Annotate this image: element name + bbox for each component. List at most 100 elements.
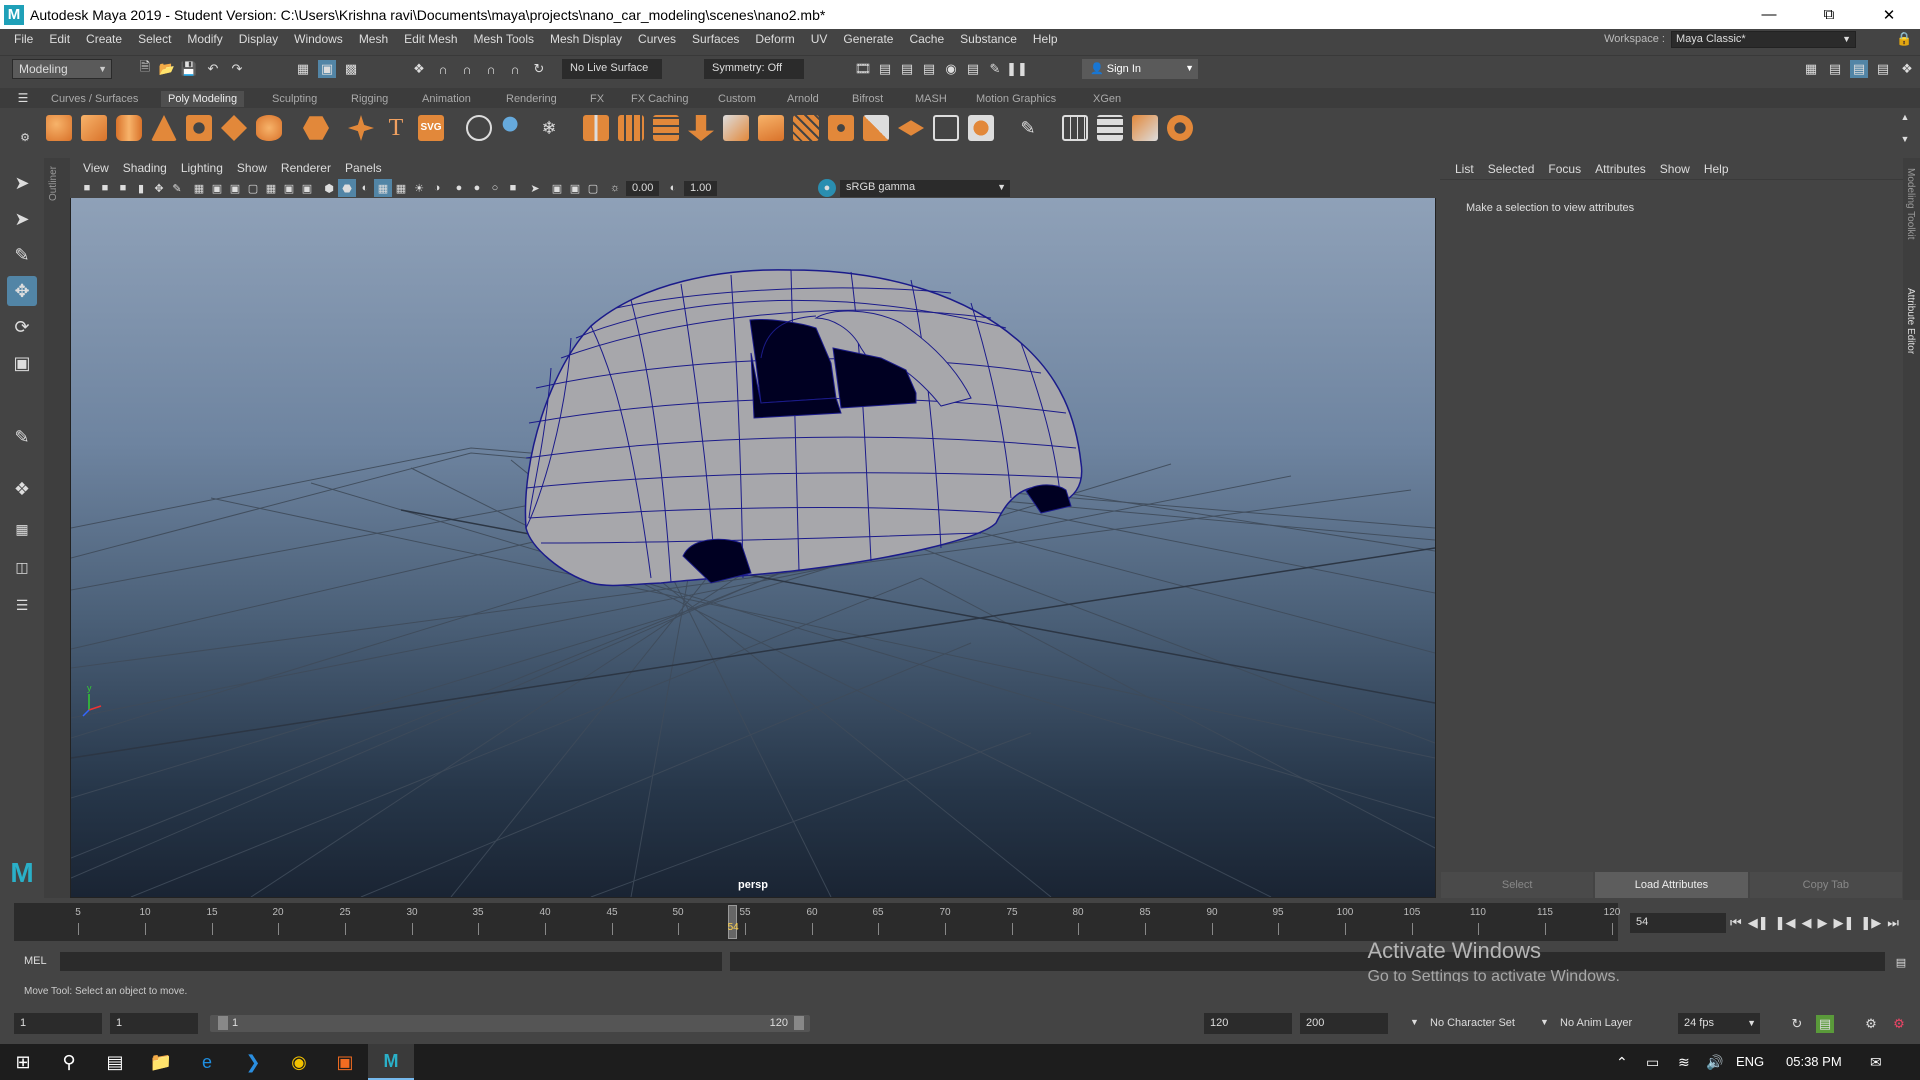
snap-surface-icon[interactable]: ∩ xyxy=(506,60,524,78)
snowflake-icon[interactable]: ❄ xyxy=(536,115,562,141)
panel-menu-shading[interactable]: Shading xyxy=(116,161,174,175)
four-view-layout-icon[interactable]: ▦ xyxy=(7,514,37,544)
new-scene-icon[interactable]: 🗎 xyxy=(136,59,154,78)
task-view-icon[interactable]: ▤ xyxy=(92,1044,138,1080)
menu-edit[interactable]: Edit xyxy=(41,32,78,46)
snap-view-icon[interactable]: ∩ xyxy=(482,60,500,78)
color-management-icon[interactable]: ● xyxy=(818,179,836,197)
persp-outliner-layout-icon[interactable]: ◫ xyxy=(7,552,37,582)
tab-custom[interactable]: Custom xyxy=(711,91,763,107)
fps-dropdown[interactable]: 24 fps ▼ xyxy=(1678,1013,1760,1034)
tab-fx-caching[interactable]: FX Caching xyxy=(624,91,695,107)
menu-uv[interactable]: UV xyxy=(803,32,836,46)
menu-surfaces[interactable]: Surfaces xyxy=(684,32,747,46)
field-chart-icon[interactable]: ▦ xyxy=(262,179,280,197)
step-forward-frame-icon[interactable]: ▶❚ xyxy=(1833,915,1854,931)
screen-space-ao-icon[interactable]: ● xyxy=(450,179,468,197)
film-gate-icon[interactable]: ▣ xyxy=(208,179,226,197)
poly-sphere-icon[interactable] xyxy=(46,115,72,141)
poly-torus-icon[interactable] xyxy=(186,115,212,141)
poly-star-icon[interactable] xyxy=(348,115,374,141)
depth-of-field-icon[interactable]: ■ xyxy=(504,179,522,197)
textured-icon[interactable]: ▦ xyxy=(392,179,410,197)
outliner-layout-icon[interactable]: ☰ xyxy=(7,590,37,620)
anti-aliasing-icon[interactable]: ○ xyxy=(486,179,504,197)
wifi-icon[interactable]: ≋ xyxy=(1678,1054,1690,1071)
play-backwards-icon[interactable]: ◀ xyxy=(1801,915,1811,931)
tab-rendering[interactable]: Rendering xyxy=(499,91,564,107)
grease-pencil-icon[interactable]: ✎ xyxy=(168,179,186,197)
notifications-icon[interactable]: ✉ xyxy=(1870,1054,1882,1071)
rotate-tool-icon[interactable]: ⟳ xyxy=(7,312,37,342)
live-surface-field[interactable]: No Live Surface xyxy=(562,59,662,79)
hypershade-icon[interactable]: ◉ xyxy=(942,60,960,78)
menu-windows[interactable]: Windows xyxy=(286,32,351,46)
attr-menu-selected[interactable]: Selected xyxy=(1481,162,1542,176)
gamma-icon[interactable]: ◐ xyxy=(664,179,682,197)
exposure-icon[interactable]: ☼ xyxy=(606,179,624,197)
gate-mask-icon[interactable]: ▢ xyxy=(244,179,262,197)
step-back-frame-icon[interactable]: ❚◀ xyxy=(1775,915,1796,931)
workspace-layout-icon[interactable]: ▦ xyxy=(1802,60,1820,78)
menu-display[interactable]: Display xyxy=(231,32,286,46)
copy-tab-button[interactable]: Copy Tab xyxy=(1749,872,1902,898)
language-indicator[interactable]: ENG xyxy=(1736,1054,1764,1069)
playhead[interactable]: 54 xyxy=(727,905,739,939)
go-to-start-icon[interactable]: ⏮ xyxy=(1730,915,1742,931)
search-icon[interactable]: ⚲ xyxy=(46,1044,92,1080)
grid-toggle-icon[interactable]: ▦ xyxy=(190,179,208,197)
loop-icon[interactable]: ↻ xyxy=(1788,1015,1806,1033)
auto-key-toggle-icon[interactable]: ⚙ xyxy=(1890,1015,1908,1033)
gear-icon[interactable]: ⚙ xyxy=(16,128,34,146)
character-set-label[interactable]: No Character Set xyxy=(1430,1017,1515,1029)
menu-mesh-display[interactable]: Mesh Display xyxy=(542,32,630,46)
maya-taskbar-icon[interactable]: M xyxy=(368,1044,414,1080)
scene-start-field[interactable]: 1 xyxy=(14,1013,102,1034)
sculpt-icon[interactable] xyxy=(501,115,527,141)
ipr-render-icon[interactable]: ▤ xyxy=(898,60,916,78)
shelf-menu-icon[interactable]: ☰ xyxy=(14,89,32,107)
snap-grid-icon[interactable]: ❖ xyxy=(410,60,428,78)
mel-input[interactable] xyxy=(60,952,722,971)
smooth-shade-icon[interactable]: ⬣ xyxy=(338,179,356,197)
chevron-down-icon[interactable]: ▼ xyxy=(1540,1017,1549,1027)
tab-xgen[interactable]: XGen xyxy=(1086,91,1128,107)
svg-icon[interactable]: SVG xyxy=(418,115,444,141)
menu-substance[interactable]: Substance xyxy=(952,32,1025,46)
load-attributes-button[interactable]: Load Attributes xyxy=(1595,872,1748,898)
car-mesh[interactable] xyxy=(524,269,1083,587)
chevron-up-icon[interactable]: ⌃ xyxy=(1616,1054,1628,1071)
shelf-scroll-up-icon[interactable]: ▲ xyxy=(1896,108,1914,126)
scale-tool-icon[interactable]: ▣ xyxy=(7,348,37,378)
menu-set-dropdown[interactable]: Modeling ▼ xyxy=(12,59,112,79)
tab-animation[interactable]: Animation xyxy=(415,91,478,107)
tab-curves-surfaces[interactable]: Curves / Surfaces xyxy=(44,91,145,107)
save-scene-icon[interactable]: 💾 xyxy=(180,60,198,78)
windows-start-icon[interactable]: ⊞ xyxy=(0,1044,46,1080)
separate-icon[interactable] xyxy=(618,115,644,141)
menu-select[interactable]: Select xyxy=(130,32,179,46)
menu-edit-mesh[interactable]: Edit Mesh xyxy=(396,32,465,46)
clock[interactable]: 05:38 PM xyxy=(1786,1054,1842,1069)
tab-mash[interactable]: MASH xyxy=(908,91,954,107)
panel-menu-renderer[interactable]: Renderer xyxy=(274,161,338,175)
app-icon[interactable]: ▣ xyxy=(322,1044,368,1080)
panel-menu-panels[interactable]: Panels xyxy=(338,161,389,175)
color-space-dropdown[interactable]: sRGB gamma ▼ xyxy=(840,180,1010,197)
sign-in-button[interactable]: 👤 Sign In ▼ xyxy=(1082,59,1198,79)
open-scene-icon[interactable]: 📂 xyxy=(158,60,176,78)
2d-pan-zoom-icon[interactable]: ✥ xyxy=(150,179,168,197)
panel-menu-show[interactable]: Show xyxy=(230,161,274,175)
menu-help[interactable]: Help xyxy=(1025,32,1066,46)
render-setup-icon[interactable]: ✎ xyxy=(986,60,1004,78)
safe-action-icon[interactable]: ▣ xyxy=(280,179,298,197)
attr-menu-show[interactable]: Show xyxy=(1653,162,1697,176)
uv-layout-icon[interactable] xyxy=(1097,115,1123,141)
shelf-scroll-down-icon[interactable]: ▼ xyxy=(1896,130,1914,148)
restore-icon[interactable]: ⧉ xyxy=(1806,0,1852,29)
animation-preferences-icon[interactable]: ⚙ xyxy=(1862,1015,1880,1033)
wireframe-icon[interactable]: ⬢ xyxy=(320,179,338,197)
platonic-solid-icon[interactable] xyxy=(303,116,329,140)
select-tool-icon[interactable]: ➤ xyxy=(7,168,37,198)
tab-motion-graphics[interactable]: Motion Graphics xyxy=(969,91,1063,107)
